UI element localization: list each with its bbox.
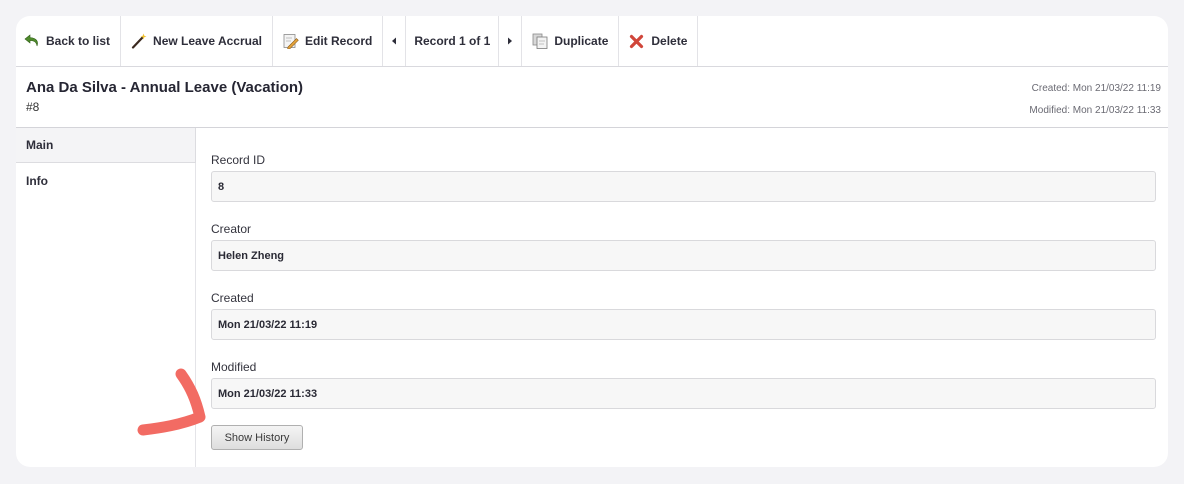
- section-nav: Main Info: [16, 128, 196, 467]
- created-field: Mon 21/03/22 11:19: [211, 309, 1156, 340]
- next-record-button[interactable]: [499, 16, 523, 66]
- new-leave-accrual-label: New Leave Accrual: [153, 34, 262, 48]
- nav-item-main[interactable]: Main: [16, 128, 196, 163]
- modified-timestamp: Modified: Mon 21/03/22 11:33: [1029, 105, 1161, 116]
- edit-record-label: Edit Record: [304, 34, 373, 48]
- edit-record-button[interactable]: Edit Record: [273, 16, 384, 66]
- created-timestamp: Created: Mon 21/03/22 11:19: [1031, 83, 1161, 94]
- creator-field: Helen Zheng: [211, 240, 1156, 271]
- modified-label: Modified: [211, 360, 257, 374]
- created-label: Created: [211, 291, 254, 305]
- duplicate-page-icon: [532, 33, 548, 49]
- record-counter: Record 1 of 1: [406, 16, 500, 66]
- undo-arrow-icon: [24, 34, 38, 47]
- delete-x-icon: [630, 34, 644, 49]
- creator-label: Creator: [211, 222, 252, 236]
- nav-item-info[interactable]: Info: [16, 163, 196, 198]
- page-title: Ana Da Silva - Annual Leave (Vacation): [26, 79, 304, 96]
- nav-divider: [195, 163, 196, 467]
- next-triangle-icon: [508, 37, 513, 45]
- show-history-button[interactable]: Show History: [211, 425, 303, 450]
- record-card: Back to list New Leave Accrual Edit Reco…: [16, 16, 1168, 467]
- record-id-field: 8: [211, 171, 1156, 202]
- toolbar: Back to list New Leave Accrual Edit Reco…: [16, 16, 1168, 67]
- prev-triangle-icon: [392, 37, 397, 45]
- back-to-list-label: Back to list: [46, 34, 111, 48]
- record-number: #8: [26, 100, 40, 114]
- back-to-list-button[interactable]: Back to list: [16, 16, 122, 66]
- duplicate-label: Duplicate: [554, 34, 609, 48]
- record-header: Ana Da Silva - Annual Leave (Vacation) #…: [16, 67, 1168, 128]
- edit-pencil-icon: [283, 34, 299, 49]
- delete-button[interactable]: Delete: [619, 16, 699, 66]
- record-id-label: Record ID: [211, 153, 266, 167]
- modified-field: Mon 21/03/22 11:33: [211, 378, 1156, 409]
- new-leave-accrual-button[interactable]: New Leave Accrual: [121, 16, 273, 66]
- previous-record-button[interactable]: [383, 16, 407, 66]
- delete-label: Delete: [651, 34, 688, 48]
- duplicate-button[interactable]: Duplicate: [522, 16, 620, 66]
- magic-wand-icon: [131, 33, 147, 49]
